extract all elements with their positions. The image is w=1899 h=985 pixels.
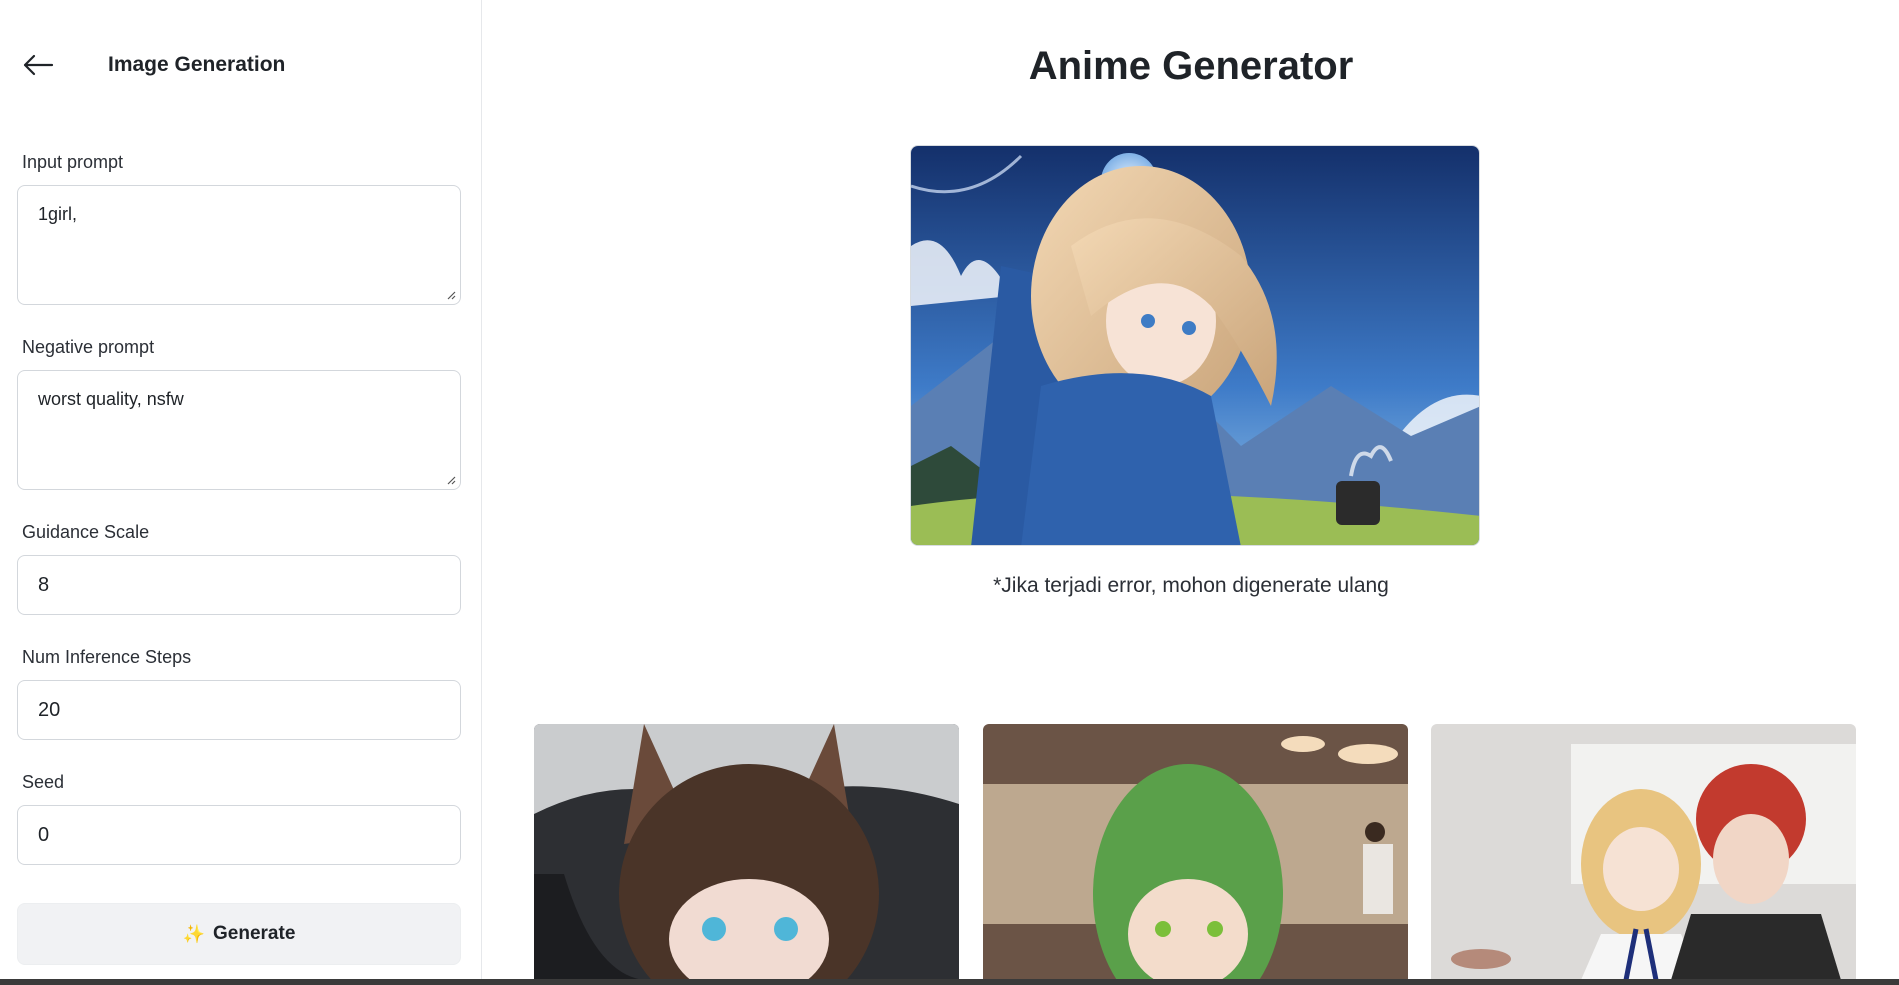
input-prompt-value: 1girl, [38,204,78,224]
example-image-card[interactable] [534,724,959,980]
main-content: Anime Generator *Jika terjadi error, moh… [483,0,1899,980]
num-inference-steps-value: 20 [38,698,61,721]
sidebar: Image Generation Input prompt 1girl, Neg… [0,0,482,980]
example-image-artwork [983,724,1408,980]
input-prompt-textarea[interactable]: 1girl, [17,185,461,305]
guidance-scale-label: Guidance Scale [22,522,150,542]
resize-grip-icon[interactable] [446,290,456,300]
example-image-artwork [534,724,959,980]
arrow-left-icon [23,54,54,76]
generated-image [910,145,1480,546]
sidebar-header: Image Generation [22,48,285,82]
num-inference-steps-label: Num Inference Steps [22,647,192,667]
sparkles-icon: ✨ [182,923,206,944]
num-inference-steps-input[interactable]: 20 [17,680,461,740]
error-note: *Jika terjadi error, mohon digenerate ul… [993,574,1389,597]
input-prompt-label: Input prompt [22,152,124,172]
example-image-card[interactable] [1431,724,1856,980]
guidance-scale-value: 8 [38,573,50,596]
page-title: Anime Generator [1028,44,1354,88]
negative-prompt-textarea[interactable]: worst quality, nsfw [17,370,461,490]
resize-grip-icon[interactable] [446,475,456,485]
sidebar-title: Image Generation [108,53,286,76]
back-button[interactable] [22,48,62,82]
example-image-artwork [1431,724,1856,980]
generate-button-label: Generate [213,923,296,944]
app-window: Image Generation Input prompt 1girl, Neg… [0,0,1899,985]
generated-image-artwork [911,146,1479,545]
negative-prompt-value: worst quality, nsfw [38,389,184,409]
negative-prompt-label: Negative prompt [22,337,155,357]
generate-button[interactable]: ✨ Generate [17,903,461,965]
window-bottom-edge [0,979,1899,985]
seed-label: Seed [22,772,65,792]
guidance-scale-input[interactable]: 8 [17,555,461,615]
seed-input[interactable]: 0 [17,805,461,865]
example-image-card[interactable] [983,724,1408,980]
seed-value: 0 [38,823,50,846]
